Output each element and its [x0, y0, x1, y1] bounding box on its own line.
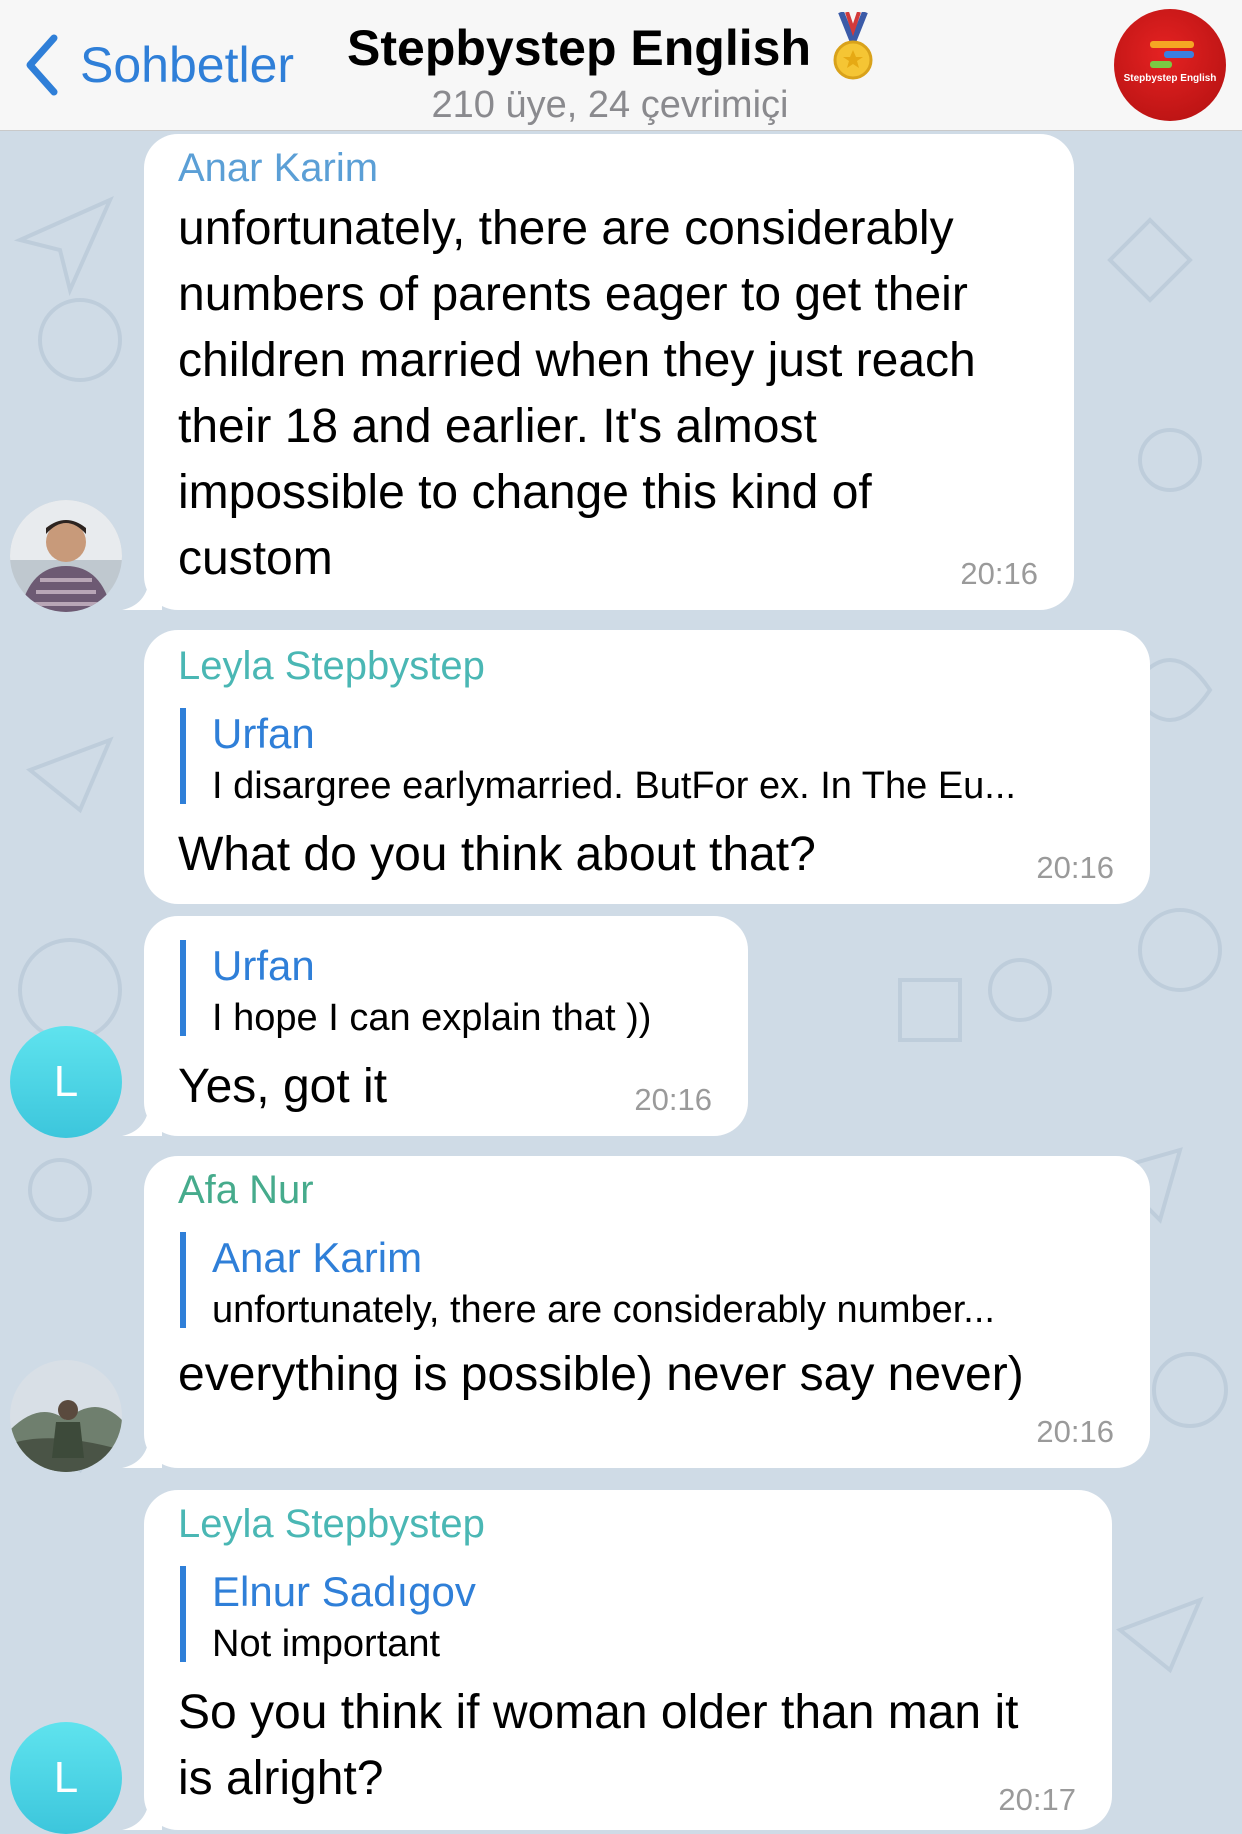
- group-avatar[interactable]: Stepbystep English: [1114, 9, 1226, 121]
- reply-quote[interactable]: Urfan I disargree earlymarried. ButFor e…: [180, 708, 1016, 807]
- message-sender[interactable]: Anar Karim: [178, 146, 378, 191]
- message-time: 20:16: [634, 1082, 712, 1117]
- medal-icon: [833, 12, 873, 80]
- message-time: 20:16: [1036, 850, 1114, 885]
- chat-header: Sohbetler Stepbystep English 210 üye, 24…: [0, 0, 1242, 131]
- avatar[interactable]: [10, 500, 122, 612]
- avatar[interactable]: L: [10, 1722, 122, 1834]
- back-button[interactable]: Sohbetler: [22, 32, 294, 98]
- avatar[interactable]: L: [10, 1026, 122, 1138]
- avatar[interactable]: [10, 1360, 122, 1472]
- reply-quote[interactable]: Elnur Sadıgov Not important: [180, 1566, 476, 1665]
- message-text: So you think if woman older than man it …: [178, 1686, 1019, 1805]
- message-time: 20:17: [998, 1782, 1076, 1817]
- message-text: unfortunately, there are considerably nu…: [178, 202, 976, 585]
- message-bubble[interactable]: Leyla Stepbystep Urfan I disargree early…: [144, 630, 1150, 904]
- message-time: 20:16: [1036, 1414, 1114, 1449]
- message-text: What do you think about that?: [178, 828, 816, 881]
- message-sender[interactable]: Afa Nur: [178, 1168, 314, 1213]
- message-bubble[interactable]: Anar Karim unfortunately, there are cons…: [122, 134, 1074, 610]
- reply-text: I hope I can explain that )): [212, 997, 652, 1039]
- message-sender[interactable]: Leyla Stepbystep: [178, 1502, 485, 1547]
- group-logo-text: Stepbystep English: [1123, 73, 1217, 84]
- message-text: everything is possible) never say never): [178, 1348, 1024, 1401]
- chevron-left-icon: [26, 34, 58, 96]
- reply-quote[interactable]: Anar Karim unfortunately, there are cons…: [180, 1232, 995, 1331]
- chat-subtitle: 210 üye, 24 çevrimiçi: [431, 84, 789, 126]
- reply-quote[interactable]: Urfan I hope I can explain that )): [180, 940, 651, 1039]
- message-bubble[interactable]: Leyla Stepbystep Elnur Sadıgov Not impor…: [122, 1490, 1112, 1830]
- message-bubble[interactable]: Afa Nur Anar Karim unfortunately, there …: [122, 1156, 1150, 1468]
- message-text: Yes, got it: [178, 1060, 388, 1113]
- reply-author: Urfan: [212, 942, 315, 989]
- message-sender[interactable]: Leyla Stepbystep: [178, 644, 485, 689]
- chat-title: Stepbystep English: [347, 20, 811, 76]
- reply-text: I disargree earlymarried. ButFor ex. In …: [212, 765, 1016, 807]
- message-time: 20:16: [960, 556, 1038, 591]
- back-label: Sohbetler: [80, 37, 295, 93]
- reply-text: Not important: [212, 1623, 441, 1665]
- message-bubble[interactable]: Urfan I hope I can explain that )) Yes, …: [122, 916, 748, 1136]
- reply-author: Urfan: [212, 710, 315, 757]
- chat-title-area[interactable]: Stepbystep English 210 üye, 24 çevrimiçi: [330, 12, 890, 127]
- reply-text: unfortunately, there are considerably nu…: [212, 1289, 995, 1331]
- reply-author: Anar Karim: [212, 1234, 423, 1281]
- reply-author: Elnur Sadıgov: [212, 1568, 476, 1615]
